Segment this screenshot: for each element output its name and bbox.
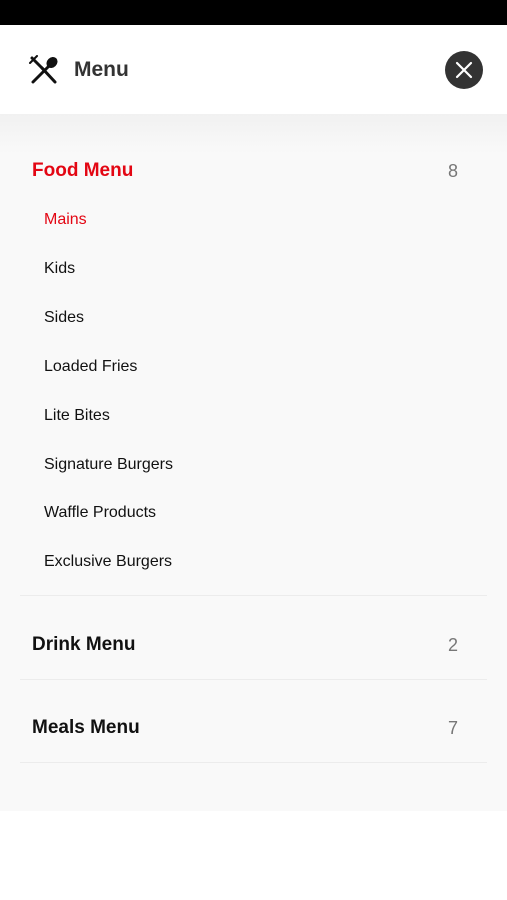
section-title: Food Menu xyxy=(32,160,134,181)
menu-header: Menu xyxy=(0,25,507,114)
submenu-item-sides[interactable]: Sides xyxy=(44,306,84,330)
panel-shadow xyxy=(0,114,507,154)
close-icon xyxy=(455,61,473,79)
divider xyxy=(20,595,487,596)
submenu-item-lite-bites[interactable]: Lite Bites xyxy=(44,404,110,428)
divider xyxy=(20,679,487,680)
section-count: 7 xyxy=(447,718,458,738)
page-title: Menu xyxy=(74,58,129,81)
submenu-item-exclusive-burgers[interactable]: Exclusive Burgers xyxy=(44,550,172,574)
submenu-item-kids[interactable]: Kids xyxy=(44,257,75,281)
section-count: 8 xyxy=(447,161,458,181)
menu-panel: Food Menu 8 Mains Kids Sides Loaded Frie… xyxy=(0,114,507,811)
submenu-item-loaded-fries[interactable]: Loaded Fries xyxy=(44,355,137,379)
section-title: Meals Menu xyxy=(32,717,140,738)
section-meals-menu[interactable]: Meals Menu 7 xyxy=(32,713,458,743)
section-drink-menu[interactable]: Drink Menu 2 xyxy=(32,630,458,660)
section-title: Drink Menu xyxy=(32,634,136,655)
divider xyxy=(20,762,487,763)
submenu-item-signature-burgers[interactable]: Signature Burgers xyxy=(44,453,173,477)
submenu-item-waffle-products[interactable]: Waffle Products xyxy=(44,501,156,525)
fork-and-knife-icon xyxy=(28,55,60,87)
status-bar xyxy=(0,0,507,25)
close-button[interactable] xyxy=(445,51,483,89)
section-count: 2 xyxy=(447,635,458,655)
section-food-menu[interactable]: Food Menu 8 xyxy=(32,156,458,186)
submenu-item-mains[interactable]: Mains xyxy=(44,208,87,232)
